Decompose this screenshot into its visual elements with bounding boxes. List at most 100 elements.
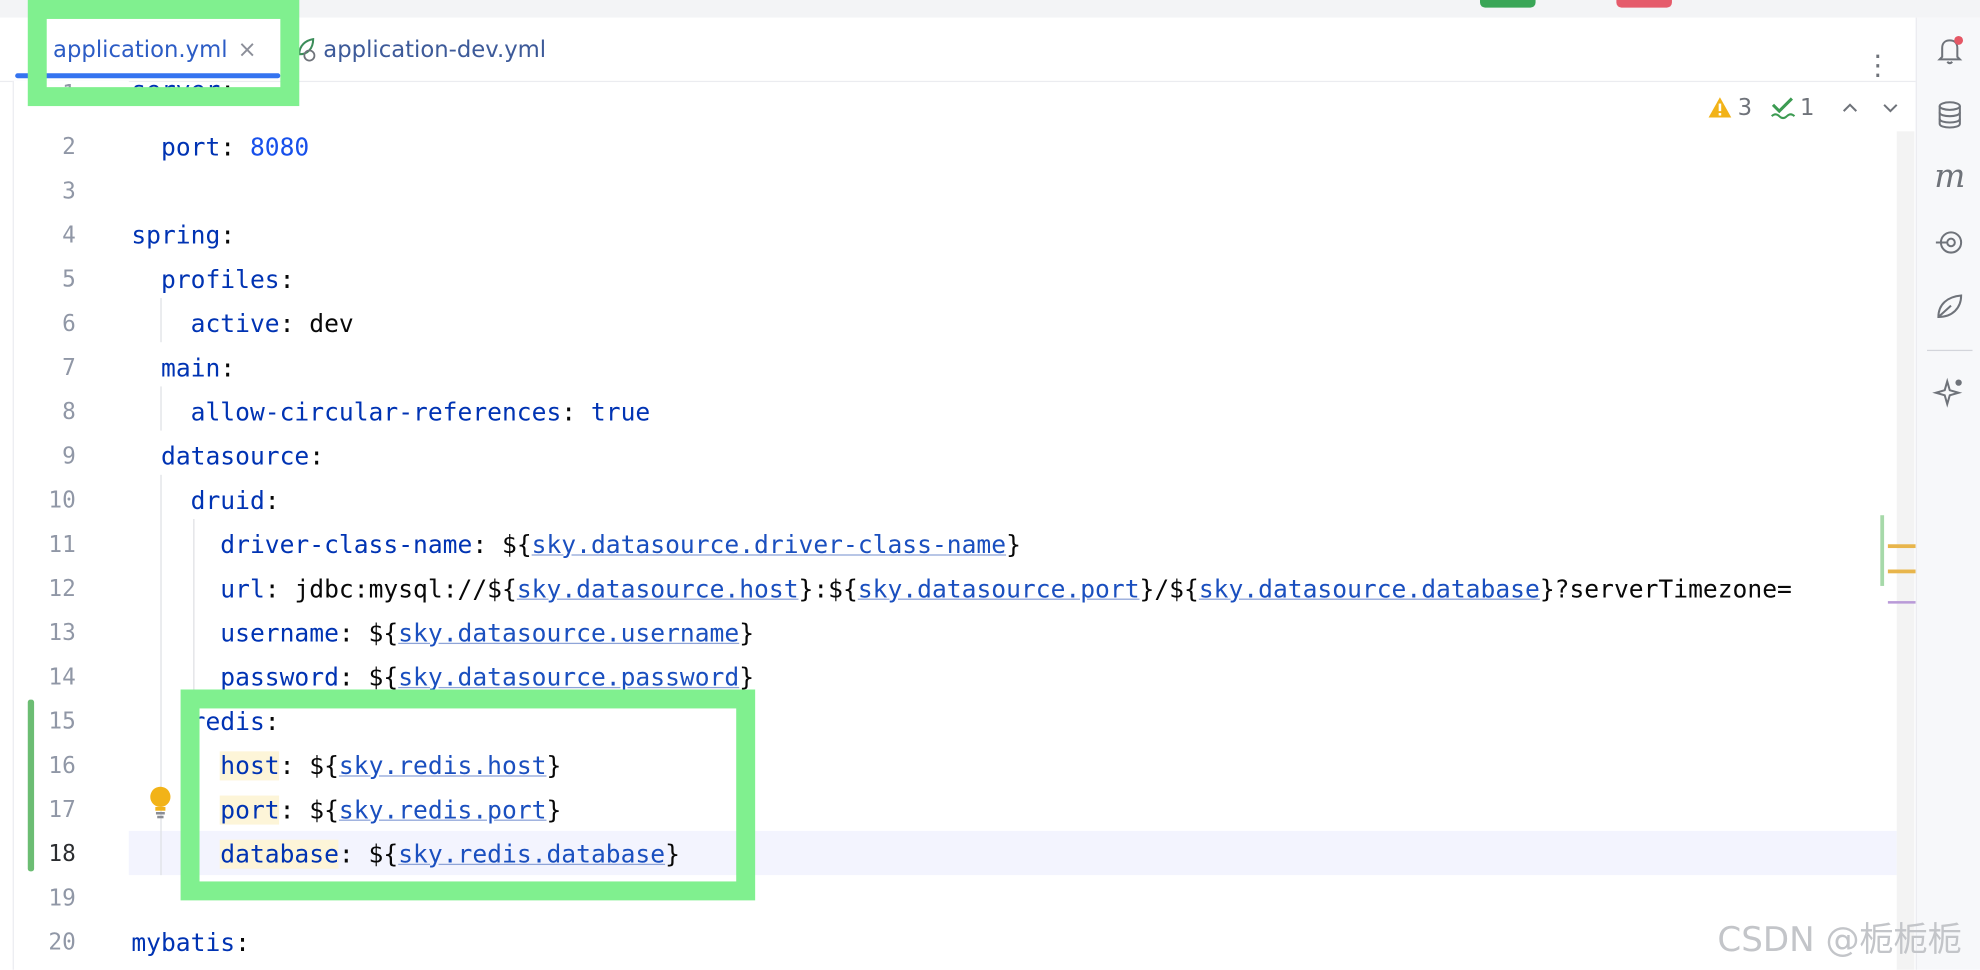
yaml-value: dev <box>309 309 354 339</box>
yaml-punct: : <box>220 353 236 383</box>
yaml-sep: : <box>220 132 250 162</box>
lightbulb-icon[interactable] <box>146 784 174 819</box>
yaml-key: port <box>160 132 221 162</box>
line-number: 9 <box>62 443 76 470</box>
run-indicator <box>1480 0 1536 8</box>
warnings-counter[interactable]: 3 <box>1707 94 1752 121</box>
yaml-sep: : ${ <box>338 662 399 693</box>
warning-stripe-marker[interactable] <box>1887 544 1916 549</box>
watermark: CSDN @栀栀栀 <box>1717 920 1962 960</box>
line-number: 11 <box>48 531 76 559</box>
code-line-7[interactable]: main: <box>131 346 235 390</box>
line-number: 2 <box>62 133 76 161</box>
tab-application-dev-yml[interactable]: application-dev.yml <box>295 18 546 81</box>
warnings-count: 3 <box>1737 94 1753 121</box>
annotation-box-tab <box>27 0 300 107</box>
yaml-punct: : <box>279 265 295 295</box>
warning-icon <box>1708 97 1732 118</box>
code-line-9[interactable]: datasource: <box>131 434 324 478</box>
code-line-11[interactable]: driver-class-name: ${sky.datasource.driv… <box>131 523 1021 567</box>
yaml-key: username <box>220 618 339 648</box>
code-line-5[interactable]: profiles: <box>131 258 294 302</box>
endpoints-icon[interactable] <box>1932 225 1967 260</box>
line-number: 10 <box>48 487 76 514</box>
notifications-icon[interactable] <box>1932 33 1967 68</box>
yaml-sep: : <box>279 309 310 339</box>
typos-count: 1 <box>1800 94 1815 121</box>
yaml-end: } <box>739 662 755 693</box>
maven-icon[interactable]: m <box>1932 159 1967 194</box>
vcs-change-marker[interactable] <box>27 699 35 872</box>
toolbar-separator <box>1927 349 1973 352</box>
line-number: 12 <box>48 575 76 603</box>
property-reference[interactable]: sky.datasource.password <box>398 663 739 692</box>
ai-assistant-icon[interactable] <box>1932 375 1967 410</box>
yaml-key: driver-class-name <box>220 530 473 560</box>
vertical-scrollbar[interactable] <box>1896 131 1915 970</box>
line-number: 14 <box>48 664 76 691</box>
line-number-current: 18 <box>48 841 76 868</box>
yaml-sep: : jdbc:mysql://${ <box>264 574 517 604</box>
property-reference[interactable]: sky.datasource.database <box>1199 575 1540 604</box>
yaml-end: }?serverTimezone= <box>1539 574 1792 604</box>
property-reference[interactable]: sky.datasource.host <box>517 575 799 604</box>
chevron-up-icon[interactable] <box>1840 97 1860 117</box>
yaml-key: mybatis <box>131 928 236 958</box>
more-options-icon[interactable]: ⋮ <box>1864 48 1892 86</box>
line-number: 8 <box>62 399 76 426</box>
typo-check-icon <box>1771 97 1796 120</box>
code-line-6[interactable]: active: dev <box>131 302 354 346</box>
code-line-10[interactable]: druid: <box>131 479 280 523</box>
chevron-down-icon[interactable] <box>1880 97 1900 117</box>
typos-counter[interactable]: 1 <box>1770 94 1815 121</box>
spring-icon[interactable] <box>1932 289 1967 324</box>
yaml-end: } <box>1006 530 1021 560</box>
line-number: 6 <box>62 310 76 338</box>
yaml-key: druid <box>190 486 265 516</box>
yaml-value: true <box>590 397 651 427</box>
line-number: 17 <box>48 796 76 824</box>
yaml-punct: : <box>220 220 236 251</box>
yaml-key: url <box>220 574 265 604</box>
code-line-2[interactable]: port: 8080 <box>131 125 309 169</box>
yaml-key: password <box>220 662 339 693</box>
annotation-box-redis <box>180 689 756 901</box>
yaml-punct: : <box>235 928 250 958</box>
line-number: 20 <box>48 929 76 956</box>
line-number: 13 <box>48 620 76 647</box>
yaml-key: datasource <box>160 441 310 472</box>
yaml-value: 8080 <box>249 132 310 162</box>
line-number: 19 <box>48 885 76 912</box>
change-stripe-marker[interactable] <box>1880 515 1885 586</box>
code-line-4[interactable]: spring: <box>131 213 235 257</box>
line-number: 5 <box>62 266 76 293</box>
yaml-sep: : <box>561 397 591 427</box>
line-number: 15 <box>48 708 76 735</box>
line-number: 3 <box>62 178 76 205</box>
property-reference[interactable]: sky.datasource.username <box>398 619 739 648</box>
database-icon[interactable] <box>1932 97 1967 132</box>
yaml-key: active <box>190 309 280 339</box>
yaml-punct: : <box>264 486 280 516</box>
yaml-end: } <box>739 618 755 648</box>
stop-indicator <box>1616 0 1672 8</box>
code-line-12[interactable]: url: jdbc:mysql://${sky.datasource.host}… <box>131 567 1792 611</box>
yaml-sep: }:${ <box>798 574 858 604</box>
yaml-sep: : ${ <box>338 618 399 648</box>
yaml-key: allow-circular-references <box>190 397 562 427</box>
line-number: 16 <box>48 752 76 780</box>
yaml-key: spring <box>131 220 221 251</box>
line-number: 4 <box>62 222 76 249</box>
typo-stripe-marker[interactable] <box>1887 601 1916 604</box>
yaml-sep: }/${ <box>1139 574 1199 604</box>
code-line-20[interactable]: mybatis: <box>131 921 250 965</box>
property-reference[interactable]: sky.datasource.port <box>858 575 1140 604</box>
yaml-key: profiles <box>160 265 280 295</box>
property-reference[interactable]: sky.datasource.driver-class-name <box>532 530 1006 559</box>
code-line-8[interactable]: allow-circular-references: true <box>131 390 651 434</box>
inspection-widget[interactable]: 3 1 <box>1707 88 1913 126</box>
gutter-border <box>12 80 14 970</box>
code-line-13[interactable]: username: ${sky.datasource.username} <box>131 611 754 655</box>
ide-window: application.yml × application-dev.yml ⋮ … <box>0 0 1980 970</box>
warning-stripe-marker[interactable] <box>1887 569 1916 574</box>
